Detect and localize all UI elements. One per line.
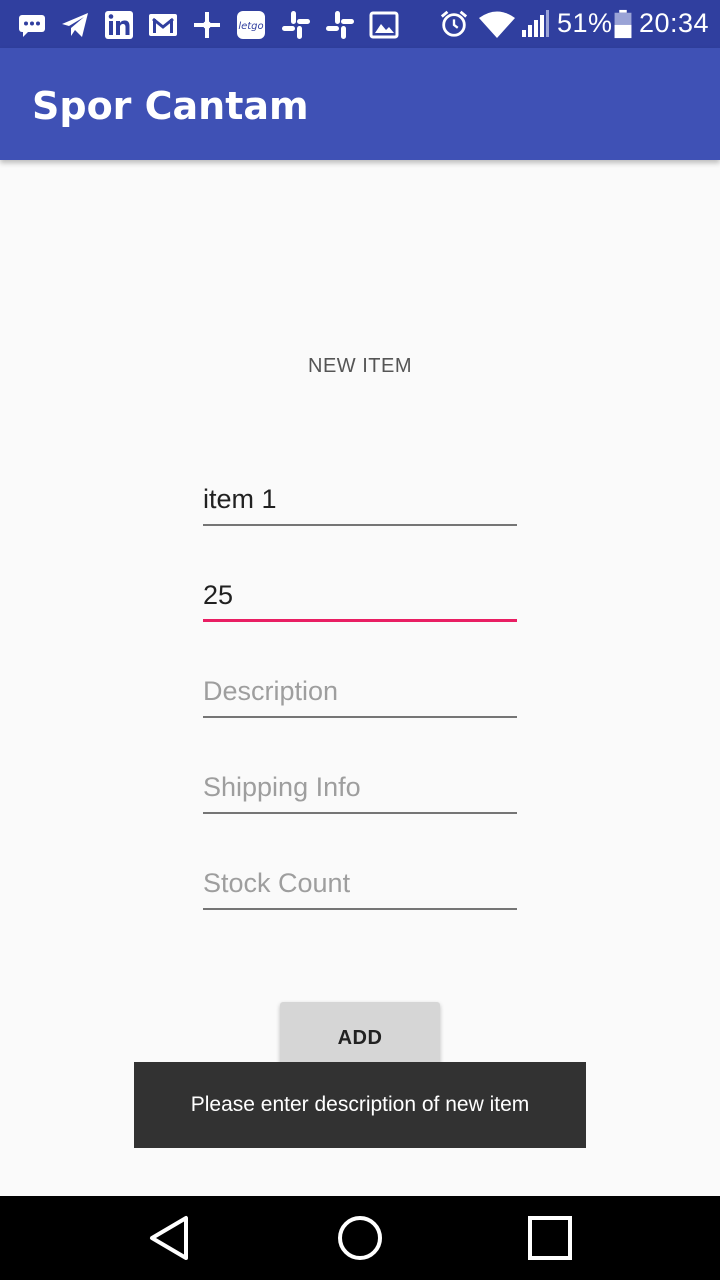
battery-icon: [614, 9, 632, 39]
shipping-info-field[interactable]: [203, 764, 517, 814]
slack-icon: [282, 11, 310, 39]
stock-count-field[interactable]: [203, 860, 517, 910]
price-field[interactable]: [203, 572, 517, 622]
letgo-icon: letgo: [237, 11, 265, 39]
battery-percent: 51%: [557, 8, 613, 38]
image-icon: [369, 11, 399, 39]
form-heading: NEW ITEM: [308, 355, 412, 377]
price-input[interactable]: [203, 572, 517, 618]
message-icon: [19, 15, 45, 37]
app-title: Spor Cantam: [32, 84, 309, 128]
gmail-icon: [149, 14, 177, 36]
shipping-info-input[interactable]: [203, 764, 517, 810]
home-icon[interactable]: [334, 1212, 386, 1264]
status-bar: letgo 51% 20:34: [0, 0, 720, 48]
navigation-bar: [0, 1196, 720, 1280]
item-name-field[interactable]: [203, 476, 517, 526]
stock-count-input[interactable]: [203, 860, 517, 906]
svg-text:letgo: letgo: [238, 21, 263, 32]
wifi-icon: [479, 11, 515, 38]
linkedin-icon: [105, 11, 133, 39]
description-input[interactable]: [203, 668, 517, 714]
recents-icon[interactable]: [524, 1212, 576, 1264]
alarm-icon: [440, 10, 468, 37]
app-bar: Spor Cantam: [0, 48, 720, 160]
description-field[interactable]: [203, 668, 517, 718]
slack-icon: [326, 11, 354, 39]
toast-message: Please enter description of new item: [134, 1062, 586, 1148]
clock: 20:34: [639, 8, 710, 38]
telegram-icon: [62, 13, 88, 37]
back-icon[interactable]: [144, 1212, 196, 1264]
cross-app-icon: [194, 12, 220, 38]
item-name-input[interactable]: [203, 476, 517, 522]
signal-icon: [522, 10, 549, 37]
toast-text: Please enter description of new item: [190, 1093, 530, 1116]
